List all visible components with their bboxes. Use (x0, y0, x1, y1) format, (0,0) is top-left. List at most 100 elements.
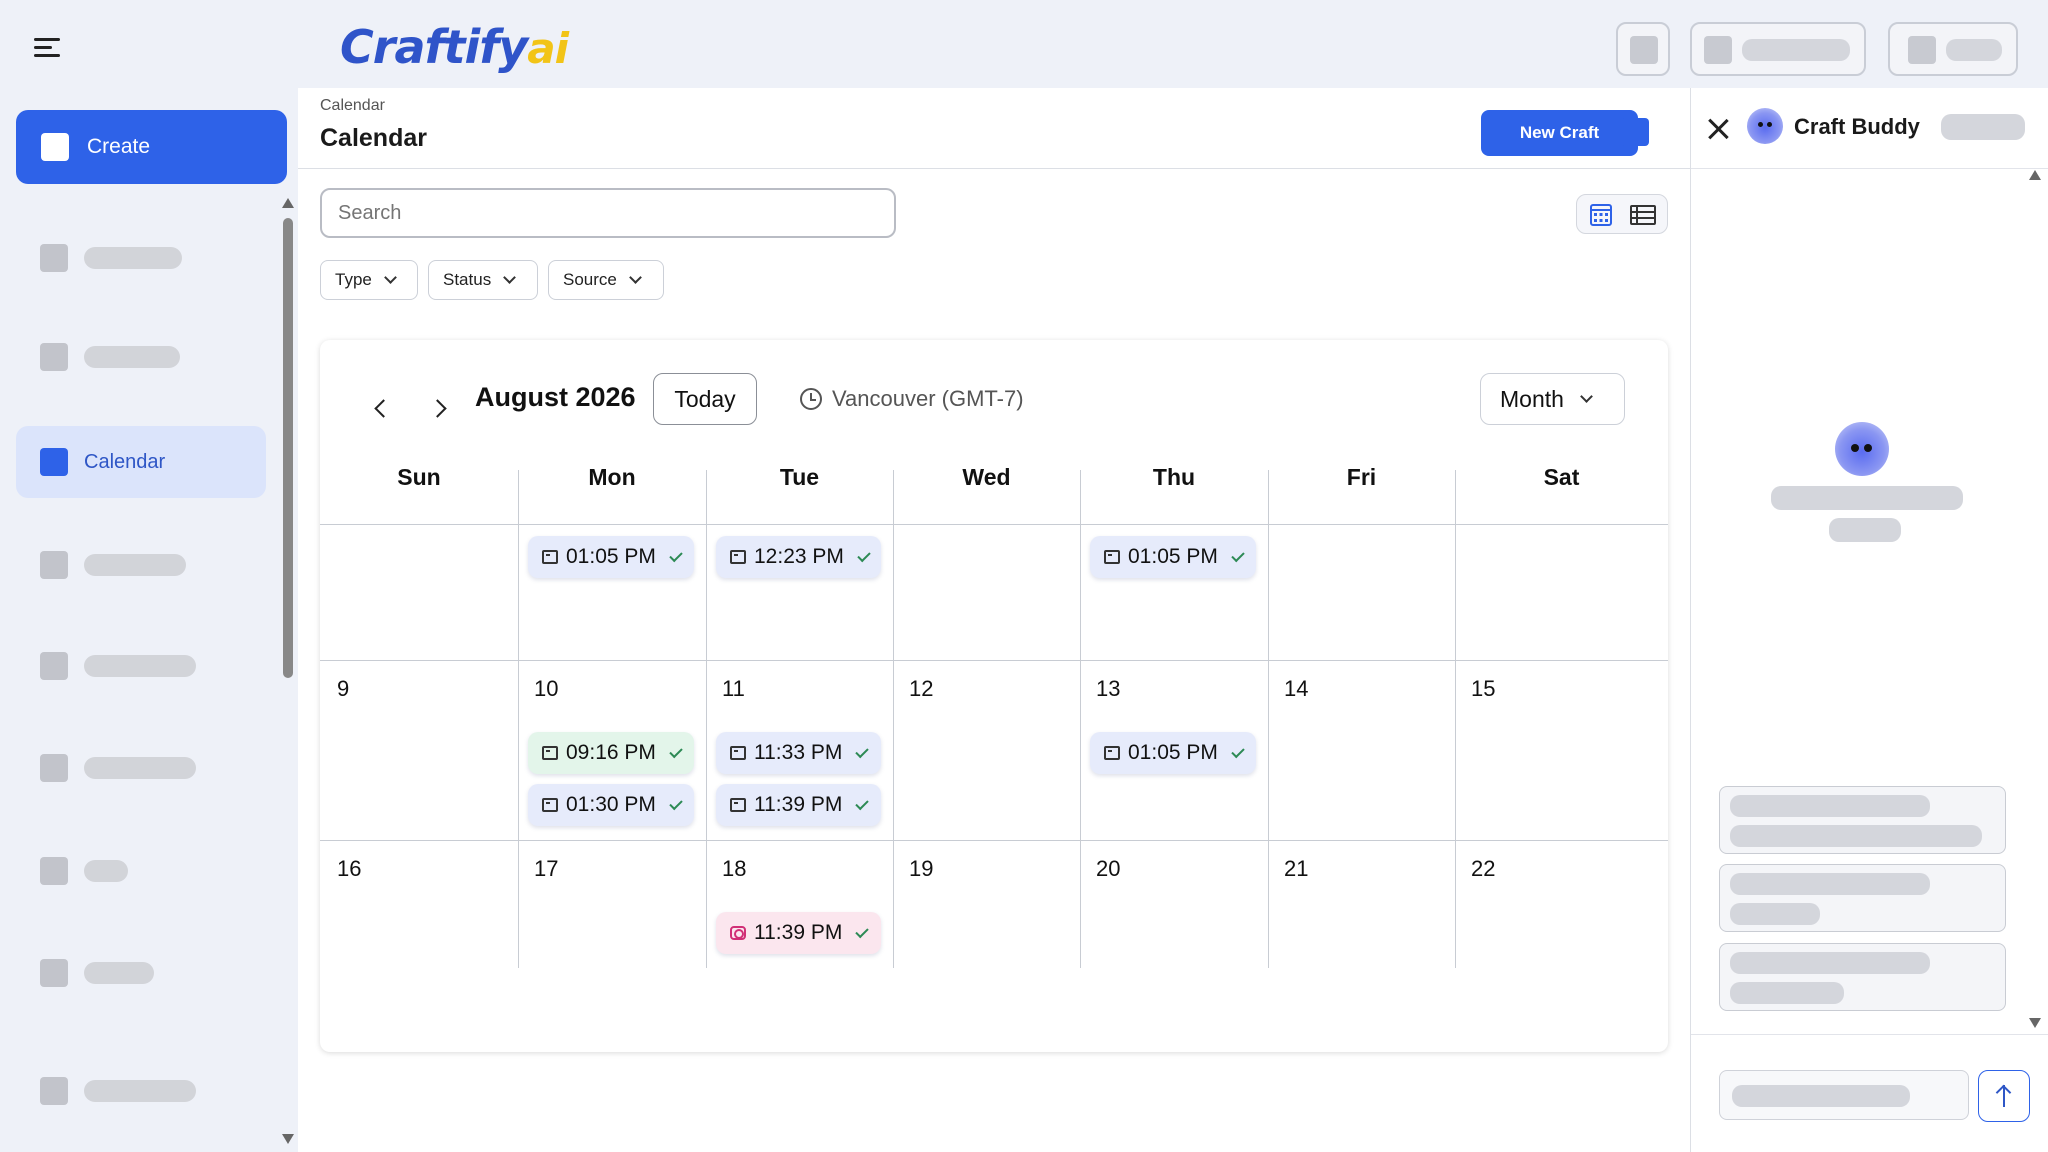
calendar-event[interactable]: 11:33 PM (716, 732, 881, 774)
timezone-selector[interactable]: Vancouver (GMT-7) (800, 386, 1024, 412)
check-icon (1231, 548, 1245, 562)
weekday-header: Sun (397, 464, 441, 490)
post-icon (730, 798, 746, 812)
main-content: Calendar Calendar New Craft Type Status … (298, 88, 1690, 1152)
day-cell[interactable] (320, 524, 518, 660)
collapse-menu-icon[interactable] (34, 36, 64, 58)
calendar-event[interactable]: 01:30 PM (528, 784, 694, 826)
post-icon (730, 550, 746, 564)
view-mode-select[interactable]: Month (1480, 373, 1625, 425)
check-icon (855, 924, 870, 938)
close-icon[interactable] (1705, 116, 1731, 142)
post-icon (730, 746, 746, 760)
event-time: 01:30 PM (566, 793, 656, 816)
sidebar-item-6[interactable] (16, 732, 266, 804)
event-time: 01:05 PM (1128, 741, 1218, 764)
view-toggle[interactable] (1576, 194, 1668, 234)
check-icon (669, 744, 683, 758)
sidebar-item-7[interactable] (16, 835, 266, 907)
chevron-down-icon (1580, 390, 1593, 403)
nav-icon (40, 652, 68, 680)
sidebar-item-8[interactable] (16, 937, 266, 1009)
day-cell[interactable] (320, 660, 518, 840)
day-number: 11 (722, 676, 745, 701)
topbar-button-1[interactable] (1616, 22, 1670, 76)
sidebar-item-9[interactable] (16, 1055, 266, 1127)
calendar-event[interactable]: 09:16 PM (528, 732, 694, 774)
chevron-down-icon (503, 271, 517, 284)
today-button[interactable]: Today (653, 373, 757, 425)
nav-icon (40, 551, 68, 579)
create-button[interactable]: Create (16, 110, 287, 184)
next-month-button[interactable] (428, 396, 452, 420)
sidebar-scroll-thumb[interactable] (283, 218, 293, 678)
day-number: 20 (1096, 856, 1121, 881)
weekday-header: Sat (1543, 464, 1580, 490)
event-time: 11:39 PM (754, 921, 843, 944)
suggestion-card[interactable] (1719, 864, 2006, 932)
search-input[interactable] (320, 188, 896, 238)
event-time: 01:05 PM (1128, 545, 1218, 568)
day-number: 14 (1284, 676, 1309, 701)
calendar-view-icon[interactable] (1581, 200, 1621, 230)
chat-input[interactable] (1719, 1070, 1969, 1120)
event-time: 12:23 PM (754, 545, 844, 568)
filter-status[interactable]: Status (428, 260, 538, 300)
check-icon (855, 744, 870, 758)
new-craft-button[interactable]: New Craft (1481, 110, 1638, 156)
craft-buddy-avatar (1747, 108, 1783, 144)
day-number: 10 (534, 676, 559, 701)
calendar-event[interactable]: 01:05 PM (1090, 536, 1256, 578)
nav-icon (40, 857, 68, 885)
top-bar: Craftifyai (0, 0, 2048, 88)
sidebar-item-2[interactable] (16, 321, 266, 393)
calendar-card: August 2026 Today Vancouver (GMT-7) Mont… (320, 340, 1668, 1052)
check-icon (1231, 744, 1245, 758)
nav-icon (40, 1077, 68, 1105)
header-divider (298, 168, 1690, 169)
header-action-icon[interactable] (1621, 118, 1649, 146)
event-time: 09:16 PM (566, 741, 656, 764)
topbar-button-2[interactable] (1690, 22, 1866, 76)
day-cell[interactable] (893, 524, 1080, 660)
filter-type[interactable]: Type (320, 260, 418, 300)
topbar-button-3[interactable] (1888, 22, 2018, 76)
day-cell[interactable] (1455, 524, 1668, 660)
event-time: 11:33 PM (754, 741, 843, 764)
suggestion-card[interactable] (1719, 943, 2006, 1011)
previous-month-button[interactable] (368, 396, 392, 420)
breadcrumb[interactable]: Calendar (320, 97, 385, 115)
post-icon (1104, 746, 1120, 760)
calendar-event[interactable]: 11:39 PM (716, 784, 881, 826)
nav-icon (40, 754, 68, 782)
sidebar-item-calendar[interactable]: Calendar (16, 426, 266, 498)
sidebar-scrollbar[interactable] (282, 108, 294, 1148)
month-title: August 2026 (475, 382, 636, 412)
filter-source[interactable]: Source (548, 260, 664, 300)
create-icon (41, 133, 69, 161)
calendar-event[interactable]: 01:05 PM (528, 536, 694, 578)
sidebar: Create Calendar (0, 88, 296, 1152)
chevron-down-icon (383, 271, 397, 284)
day-number: 18 (722, 856, 747, 881)
day-cell[interactable] (1268, 524, 1455, 660)
suggestion-card[interactable] (1719, 786, 2006, 854)
check-icon (669, 548, 683, 562)
calendar-event[interactable]: 11:39 PM (716, 912, 881, 954)
calendar-event[interactable]: 01:05 PM (1090, 732, 1256, 774)
day-number: 9 (337, 676, 350, 701)
app-logo[interactable]: Craftifyai (340, 20, 569, 74)
weekday-header: Fri (1346, 464, 1377, 490)
sidebar-item-1[interactable] (16, 222, 266, 294)
post-icon (542, 550, 558, 564)
day-number: 22 (1471, 856, 1496, 881)
sidebar-item-4[interactable] (16, 529, 266, 601)
send-button[interactable] (1978, 1070, 2030, 1122)
weekday-header: Mon (588, 464, 636, 490)
create-label: Create (87, 135, 151, 158)
calendar-event[interactable]: 12:23 PM (716, 536, 881, 578)
list-view-icon[interactable] (1623, 200, 1663, 230)
day-number: 12 (909, 676, 934, 701)
nav-icon (40, 244, 68, 272)
sidebar-item-5[interactable] (16, 630, 266, 702)
